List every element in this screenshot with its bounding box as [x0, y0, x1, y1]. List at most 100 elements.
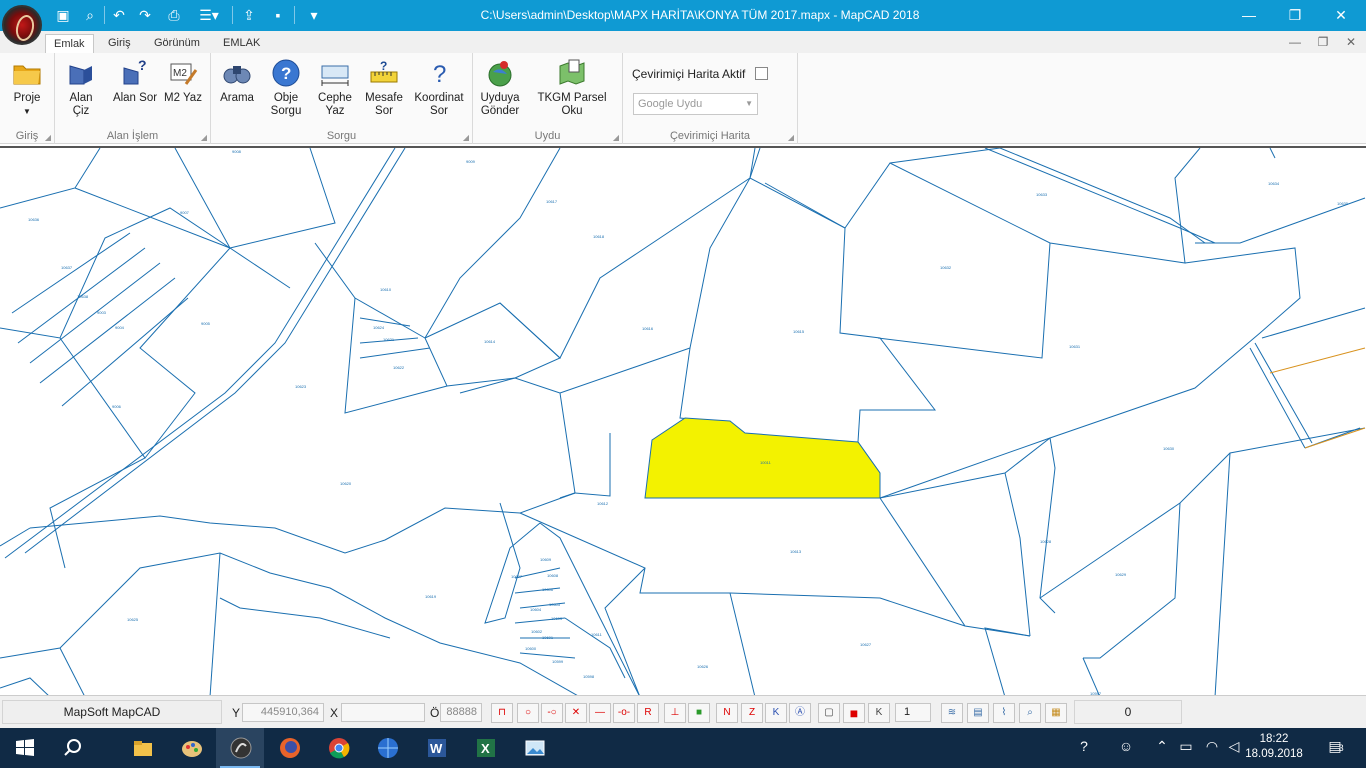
list-icon[interactable]: ☰▾ [195, 6, 223, 24]
redo-icon[interactable]: ↷ [136, 6, 154, 24]
ribbon-tabs: Emlak Giriş Görünüm EMLAK — ❐ ✕ [0, 31, 1366, 53]
restore-button[interactable]: ❐ [1272, 0, 1318, 31]
parcel-label: 10634 [1268, 181, 1280, 186]
line-snap-icon[interactable]: -○ [541, 703, 563, 723]
minimize-button[interactable]: — [1226, 0, 1272, 31]
windows-start-icon[interactable] [0, 728, 48, 768]
export-icon[interactable]: ⇪ [240, 6, 258, 24]
launcher-icon[interactable]: ◢ [613, 133, 619, 142]
horizontal-snap-icon[interactable]: — [589, 703, 611, 723]
photos-icon[interactable] [510, 728, 558, 768]
chevron-up-icon[interactable]: ⌃ [1152, 738, 1172, 755]
svg-text:X: X [481, 741, 490, 756]
cephe-yaz-button[interactable]: Cephe Yaz [315, 58, 355, 118]
save-icon[interactable]: ▪ [269, 6, 287, 24]
select-box-icon[interactable]: ▢ [818, 703, 840, 723]
parcel-map[interactable]: 10011 10613 10617 10618 10616 10615 10614 10610… [0, 148, 1366, 695]
spin-value[interactable]: 1 [895, 703, 931, 722]
arama-button[interactable]: Arama [219, 58, 255, 105]
north-icon[interactable]: N [716, 703, 738, 723]
map-provider-select[interactable]: Google Uydu ▼ [633, 93, 758, 115]
uyduya-gonder-button[interactable]: Uyduya Gönder [479, 58, 521, 118]
parcel-label: 9003 [97, 310, 107, 315]
layer-green-icon[interactable]: ■ [688, 703, 710, 723]
word-icon[interactable]: W [412, 728, 460, 768]
launcher-icon[interactable]: ◢ [463, 133, 469, 142]
alan-ciz-button[interactable]: Alan Çiz [63, 58, 99, 118]
obje-sorgu-button[interactable]: ? Obje Sorgu [266, 58, 306, 118]
folder-db-icon[interactable]: ▦ [1045, 703, 1067, 723]
excel-icon[interactable]: X [461, 728, 509, 768]
layers-icon[interactable]: ≋ [941, 703, 963, 723]
question-mark-icon: ? [424, 58, 454, 88]
parcel-label: 10608 [547, 573, 559, 578]
r-snap-icon[interactable]: R [637, 703, 659, 723]
people-icon[interactable]: ☺ [1116, 738, 1136, 754]
launcher-icon[interactable]: ◢ [45, 133, 51, 142]
file-explorer-icon[interactable] [118, 728, 166, 768]
launcher-icon[interactable]: ◢ [201, 133, 207, 142]
map-canvas[interactable]: 10011 10613 10617 10618 10616 10615 10614 10610… [0, 146, 1366, 695]
red-fill-icon[interactable]: ■ [843, 703, 865, 723]
wifi-icon[interactable]: ◠ [1202, 738, 1222, 755]
mdi-minimize-button[interactable]: — [1284, 33, 1306, 51]
search-icon[interactable] [48, 728, 96, 768]
parcel-label: 10604 [530, 607, 542, 612]
a-icon[interactable]: Ⓐ [789, 703, 811, 723]
svg-text:M2: M2 [173, 68, 187, 79]
notifications-icon[interactable]: ▤3 [1324, 738, 1348, 755]
separator [294, 6, 295, 24]
k-icon[interactable]: K [765, 703, 787, 723]
battery-icon[interactable]: ▭ [1176, 738, 1196, 755]
mdi-close-button[interactable]: ✕ [1340, 33, 1362, 51]
perpendicular-icon[interactable]: ⊥ [664, 703, 686, 723]
tab-emlak[interactable]: Emlak [45, 34, 94, 53]
koordinat-sor-button[interactable]: ? Koordinat Sor [411, 58, 467, 118]
midpoint-snap-icon[interactable]: -o- [613, 703, 635, 723]
zoom-extent-icon[interactable]: ⌕ [1019, 703, 1041, 723]
new-file-icon[interactable]: ▣ [54, 6, 72, 24]
mapcad-icon[interactable] [216, 728, 264, 768]
parcel-label: 10602 [531, 629, 543, 634]
point-snap-icon[interactable]: ○ [517, 703, 539, 723]
parcel-label: 10619 [425, 594, 437, 599]
mesafe-sor-button[interactable]: ? Mesafe Sor [363, 58, 405, 118]
tab-giris[interactable]: Giriş [100, 34, 139, 53]
taskbar-clock[interactable]: 18:22 18.09.2018 [1244, 732, 1304, 762]
svg-text:?: ? [281, 64, 291, 83]
parcel-label: 10632 [940, 265, 952, 270]
selected-parcel[interactable] [644, 417, 881, 499]
k-box-icon[interactable]: K [868, 703, 890, 723]
z-icon[interactable]: Z [741, 703, 763, 723]
search-file-icon[interactable]: ⌕ [81, 6, 99, 24]
proje-button[interactable]: Proje ▼ [6, 58, 48, 118]
m2-yaz-button[interactable]: M2 M2 Yaz [163, 58, 203, 105]
mdi-restore-button[interactable]: ❐ [1312, 33, 1334, 51]
image-icon[interactable]: ▤ [967, 703, 989, 723]
customize-icon[interactable]: ▾ [305, 6, 323, 24]
print-icon[interactable]: ⎙ [165, 6, 183, 24]
help-icon[interactable]: ? [1074, 738, 1094, 754]
paint-icon[interactable] [167, 728, 215, 768]
firefox-icon[interactable] [265, 728, 313, 768]
parcel-label: 10612 [597, 501, 609, 506]
tab-gorunum[interactable]: Görünüm [146, 34, 208, 53]
volume-icon[interactable]: ◁ [1224, 738, 1244, 755]
launcher-icon[interactable]: ◢ [788, 133, 794, 142]
online-map-active-checkbox[interactable] [755, 67, 768, 80]
undo-icon[interactable]: ↶ [110, 6, 128, 24]
intersection-snap-icon[interactable]: ✕ [565, 703, 587, 723]
chart-icon[interactable]: ⌇ [993, 703, 1015, 723]
tab-emlak-upper[interactable]: EMLAK [215, 34, 268, 53]
alan-sor-button[interactable]: ? Alan Sor [110, 57, 160, 105]
separator [232, 6, 233, 24]
app-logo[interactable] [2, 5, 42, 45]
obje-sorgu-label: Obje Sorgu [270, 92, 302, 117]
magnet-icon[interactable]: ⊓ [491, 703, 513, 723]
parcel-label: 10599 [552, 659, 564, 664]
tkgm-parsel-oku-button[interactable]: TKGM Parsel Oku [529, 58, 615, 118]
chevron-down-icon: ▼ [745, 99, 753, 108]
chrome-icon[interactable] [314, 728, 362, 768]
close-button[interactable]: ✕ [1318, 0, 1364, 31]
globe-app-icon[interactable] [363, 728, 411, 768]
